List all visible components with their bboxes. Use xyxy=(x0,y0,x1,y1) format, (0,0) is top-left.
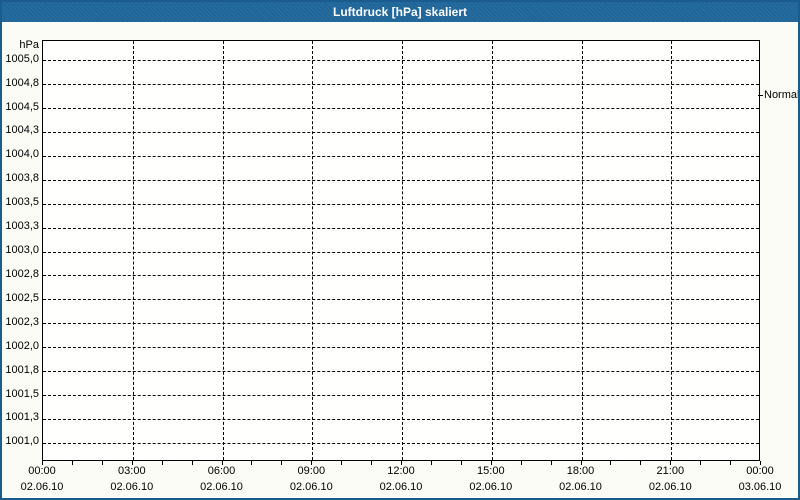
chart-window: Luftdruck [hPa] skaliert hPa Normal 1005… xyxy=(0,0,800,500)
y-tick-label: 1003,3 xyxy=(5,220,39,233)
x-date-label: 02.06.10 xyxy=(469,481,513,493)
v-gridline xyxy=(581,41,583,460)
y-tick-label: 1005,0 xyxy=(5,52,39,65)
h-gridline xyxy=(43,371,759,373)
x-time-label: 18:00 xyxy=(566,465,595,477)
x-date-label: 02.06.10 xyxy=(110,481,154,493)
x-axis-tick xyxy=(700,461,702,465)
v-gridline xyxy=(132,41,134,460)
x-axis-tick xyxy=(610,461,612,465)
y-tick-label: 1004,0 xyxy=(5,148,39,161)
v-gridline xyxy=(222,41,224,460)
h-gridline xyxy=(43,179,759,181)
x-axis-tick xyxy=(71,461,73,465)
x-date-label: 02.06.10 xyxy=(648,481,692,493)
normal-marker-tick xyxy=(758,95,763,96)
y-tick-label: 1002,5 xyxy=(5,291,39,304)
window-titlebar[interactable]: Luftdruck [hPa] skaliert xyxy=(2,2,798,22)
x-axis-tick xyxy=(251,461,253,465)
h-gridline xyxy=(43,227,759,229)
h-gridline xyxy=(43,299,759,301)
h-gridline xyxy=(43,347,759,349)
h-gridline xyxy=(43,418,759,420)
x-axis-tick xyxy=(341,461,343,465)
y-tick-label: 1001,0 xyxy=(5,435,39,448)
x-time-label: 12:00 xyxy=(387,465,415,477)
h-gridline xyxy=(43,203,759,205)
x-time-label: 06:00 xyxy=(207,465,236,477)
y-tick-label: 1004,8 xyxy=(5,76,39,89)
v-gridline xyxy=(491,41,493,460)
y-tick-label: 1001,8 xyxy=(5,363,39,376)
y-tick-label: 1001,5 xyxy=(5,387,39,400)
y-tick-label: 1004,5 xyxy=(5,100,39,113)
x-time-label: 09:00 xyxy=(297,465,326,477)
x-date-label: 02.06.10 xyxy=(200,481,243,493)
x-date-label: 02.06.10 xyxy=(20,481,64,493)
x-time-label: 00:00 xyxy=(746,465,774,477)
y-tick-label: 1002,8 xyxy=(5,267,39,280)
h-gridline xyxy=(43,84,759,86)
x-time-label: 21:00 xyxy=(656,465,685,477)
x-axis-tick xyxy=(520,461,522,465)
x-time-label: 15:00 xyxy=(477,465,505,477)
x-time-label: 00:00 xyxy=(28,465,56,477)
x-date-label: 02.06.10 xyxy=(289,481,333,493)
y-tick-label: 1004,3 xyxy=(5,124,39,137)
window-title: Luftdruck [hPa] skaliert xyxy=(332,5,468,19)
x-axis-tick xyxy=(161,461,163,465)
x-time-label: 03:00 xyxy=(118,465,146,477)
normal-marker-label: Normal xyxy=(764,89,800,101)
y-axis-unit-label: hPa xyxy=(19,39,39,51)
h-gridline xyxy=(43,131,759,133)
h-gridline xyxy=(43,155,759,157)
v-gridline xyxy=(671,41,673,460)
y-tick-label: 1003,8 xyxy=(5,172,39,185)
h-gridline xyxy=(43,395,759,396)
y-tick-label: 1003,5 xyxy=(5,196,39,209)
y-tick-label: 1002,0 xyxy=(5,339,39,352)
chart-region: hPa Normal 1005,0 1004,8 1004,5 1004,3 1004,… xyxy=(2,22,798,498)
h-gridline xyxy=(43,275,759,277)
y-tick-label: 1003,0 xyxy=(5,244,39,256)
plot-area xyxy=(42,40,760,461)
h-gridline xyxy=(43,323,759,325)
y-tick-label: 1002,3 xyxy=(5,315,39,328)
v-gridline xyxy=(402,41,403,460)
v-gridline xyxy=(312,41,314,460)
h-gridline xyxy=(43,60,759,62)
y-tick-label: 1001,3 xyxy=(5,411,39,424)
x-date-label: 02.06.10 xyxy=(379,481,423,493)
x-date-label: 02.06.10 xyxy=(559,481,602,493)
h-gridline xyxy=(43,251,759,253)
x-date-label: 03.06.10 xyxy=(738,481,782,493)
h-gridline xyxy=(43,442,759,444)
h-gridline xyxy=(43,108,759,109)
x-axis-tick xyxy=(430,461,432,465)
